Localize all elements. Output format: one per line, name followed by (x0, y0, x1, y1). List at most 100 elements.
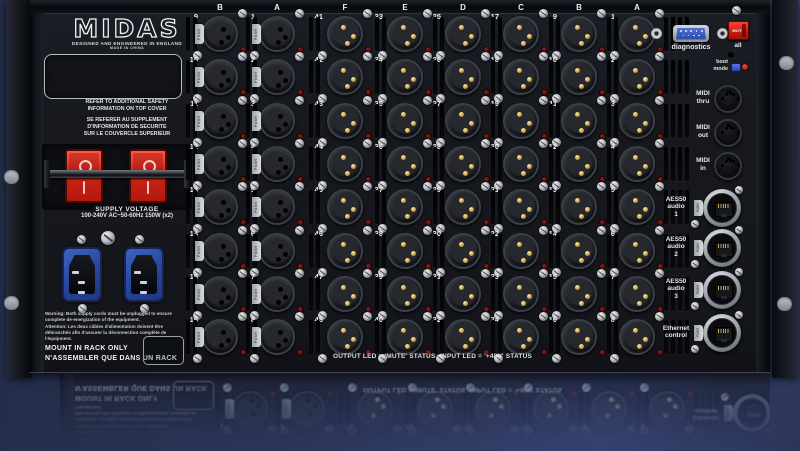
xlr-pin (401, 68, 406, 73)
vent-slot (491, 277, 495, 311)
xlr-pin (517, 242, 522, 247)
xlr-male-connector (503, 16, 539, 52)
xlr-pin (469, 294, 474, 299)
screw (655, 96, 664, 105)
vent-slot (556, 320, 560, 354)
xlr-male-connector (619, 16, 655, 52)
xlr-pin (517, 112, 522, 117)
output-led-status-note: OUTPUT LED = 'MUTE' STATUS (333, 353, 435, 360)
push-latch: PUSH (252, 67, 261, 87)
xlr-pin (633, 68, 638, 73)
xlr-pin (469, 164, 474, 169)
rj45-contacts (718, 204, 730, 208)
xlr-male-connector (619, 189, 655, 225)
vent-slot (309, 277, 313, 311)
screw (735, 311, 743, 319)
diagnostics-port[interactable] (673, 25, 709, 42)
xlr-female-connector (259, 276, 295, 312)
xlr-pin (405, 84, 410, 89)
mute-all-button[interactable]: MUTE (728, 21, 749, 40)
xlr-pin (575, 25, 580, 30)
xlr-pin (575, 242, 580, 247)
boot-mode-led (741, 63, 749, 71)
ethernet-control-port[interactable] (703, 314, 741, 352)
xlr-male-connector (327, 59, 363, 95)
xlr-female-connector (202, 276, 238, 312)
vent-slot (246, 190, 250, 224)
vent-slot (246, 277, 250, 311)
vent-slot (316, 104, 320, 138)
xlr-pin (401, 25, 406, 30)
vent-slot (375, 277, 379, 311)
xlr-pin (575, 112, 580, 117)
xlr-hole (278, 114, 283, 119)
xlr-pin (521, 41, 526, 46)
xlr-hole (219, 40, 224, 45)
xlr-male-connector (619, 233, 655, 269)
xlr-pin (345, 344, 350, 349)
midi-out-port[interactable] (714, 119, 742, 147)
port-label-line: AES50 (658, 236, 694, 244)
rj45-jack (715, 284, 733, 299)
rear-panel: MIDAS DESIGNED AND ENGINEERED IN ENGLAND… (60, 374, 770, 451)
vent-slot (678, 147, 682, 181)
xlr-pin (637, 301, 642, 306)
vent-slot (186, 104, 190, 138)
boot-mode-button[interactable] (731, 63, 741, 72)
xlr-pin (521, 344, 526, 349)
xlr-pin (637, 258, 642, 263)
aes50-audio-1-label: AES50audio1 (658, 196, 694, 219)
xlr-pin (463, 258, 468, 263)
xlr-pin (585, 164, 590, 169)
vent-slot (498, 147, 502, 181)
aes50-audio-2-port[interactable] (703, 229, 741, 267)
xlr-pin (459, 242, 464, 247)
xlr-pin (579, 344, 584, 349)
xlr-pin (521, 214, 526, 219)
xlr-pin (633, 198, 638, 203)
vent-slot (309, 17, 313, 51)
aes50-audio-3-port[interactable] (703, 271, 741, 309)
recessed-button-hole[interactable] (728, 52, 734, 58)
xlr-male-connector (619, 59, 655, 95)
push-latch: PUSH (252, 111, 261, 131)
dsub-pin (680, 30, 682, 32)
xlr-pin (351, 294, 356, 299)
midi-in-port[interactable] (714, 152, 742, 180)
vent-slot (375, 104, 379, 138)
vent-slot (678, 60, 682, 94)
xlr-hole (283, 295, 288, 300)
xlr-pin (405, 344, 410, 349)
mute-status-led (297, 349, 304, 356)
vent-slot (607, 190, 611, 224)
vent-slot (607, 60, 611, 94)
vent-slot (433, 277, 437, 311)
vent-slot (246, 60, 250, 94)
xlr-male-connector (387, 59, 423, 95)
aes50-audio-1-port[interactable] (703, 189, 741, 227)
ethercon-inner (707, 275, 737, 305)
xlr-pin (351, 337, 356, 342)
xlr-pin (527, 207, 532, 212)
xlr-male-connector (387, 103, 423, 139)
xlr-hole (278, 287, 283, 292)
xlr-male-connector (327, 233, 363, 269)
xlr-male-connector (561, 276, 597, 312)
vent-slot (549, 320, 553, 354)
xlr-male-connector (561, 146, 597, 182)
push-latch: PUSH (195, 154, 204, 174)
xlr-pin (405, 171, 410, 176)
dsub-connector (676, 28, 706, 40)
xlr-hole (226, 338, 231, 343)
xlr-pin (411, 337, 416, 342)
xlr-male-connector (327, 276, 363, 312)
din-pin-hole (732, 127, 735, 130)
midi-thru-port[interactable] (714, 85, 742, 113)
xlr-hole (226, 295, 231, 300)
xlr-pin (341, 25, 346, 30)
xlr-pin (527, 77, 532, 82)
xlr-pin (469, 251, 474, 256)
screw (610, 354, 619, 363)
vent-slot (382, 320, 386, 354)
screw (655, 9, 664, 18)
